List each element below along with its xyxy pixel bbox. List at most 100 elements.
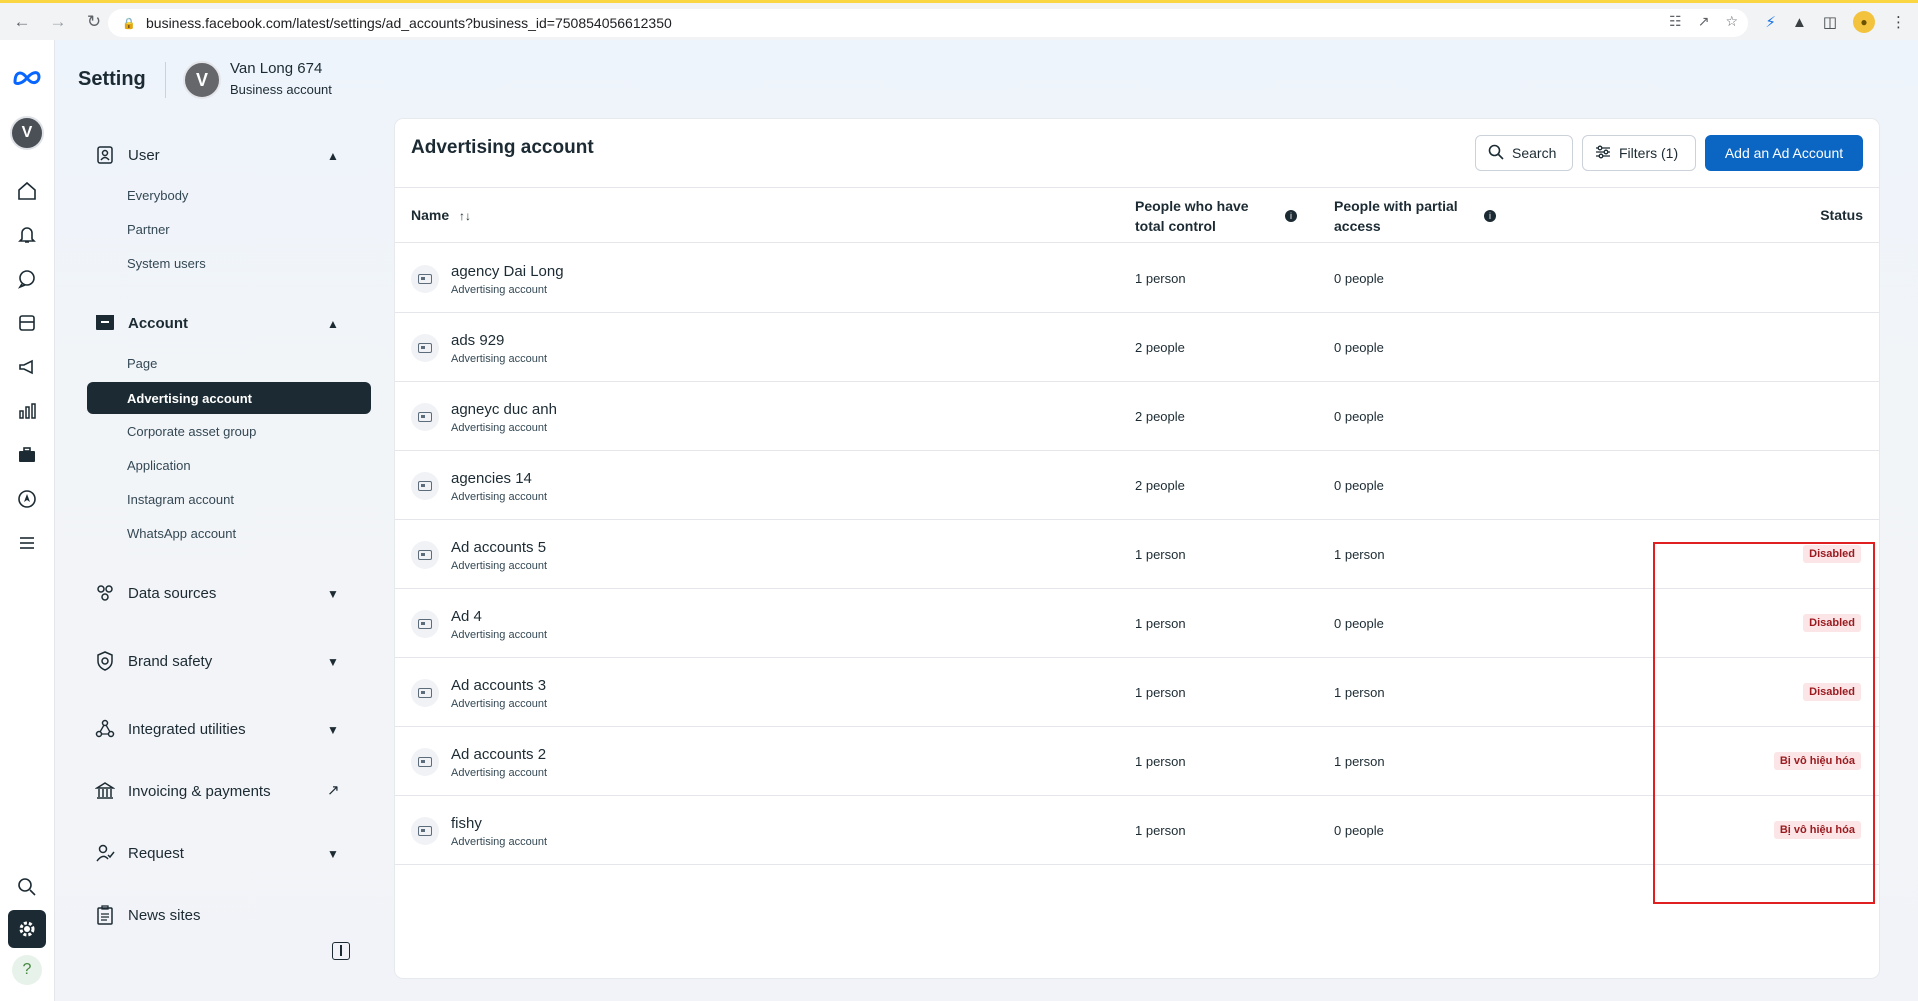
extension-icon[interactable]: ⚡ [1765,13,1776,31]
chat-icon[interactable] [12,264,42,294]
sidebar-section-label: Data sources [128,584,217,602]
bookmark-star-icon[interactable]: ☆ [1725,13,1738,30]
panel-title: Advertising account [411,137,594,158]
table-header: Name ↑↓ People who have total control i … [395,187,1879,243]
page-title: Setting [78,68,146,90]
total-control-count: 2 people [1135,409,1185,424]
sidebar-item-instagram-account[interactable]: Instagram account [127,492,234,507]
ad-account-type: Advertising account [451,560,547,572]
column-name-label: Name [411,207,450,223]
table-row[interactable]: agneyc duc anh Advertising account 2 peopl… [395,382,1879,451]
ad-account-name[interactable]: Ad 4 [451,608,482,625]
external-link-icon[interactable]: ↗ [327,781,340,799]
search-icon[interactable] [12,872,42,902]
sidebar-section-brand-safety[interactable]: Brand safety [94,650,212,672]
ad-account-name[interactable]: Ad accounts 2 [451,746,546,763]
sidebar-item-whatsapp-account[interactable]: WhatsApp account [127,526,236,541]
chevron-down-icon[interactable]: ▼ [327,587,339,601]
ad-account-type: Advertising account [451,491,547,503]
ad-account-icon [411,265,439,293]
settings-gear-icon[interactable] [8,910,46,948]
content-icon[interactable] [12,308,42,338]
sidebar-item-system-users[interactable]: System users [127,256,206,271]
puzzle-icon[interactable]: ▲ [1792,14,1807,31]
meta-logo-icon[interactable] [12,62,42,92]
chevron-up-icon[interactable]: ▲ [327,149,339,163]
bank-icon [94,780,116,802]
menu-icon[interactable] [12,528,42,558]
translate-icon[interactable]: ☷ [1669,13,1682,30]
sidebar-item-advertising-account[interactable]: Advertising account [87,382,371,414]
chevron-down-icon[interactable]: ▼ [327,847,339,861]
address-bar[interactable]: 🔒 business.facebook.com/latest/settings/… [108,9,1748,37]
sort-icon[interactable]: ↑↓ [459,209,471,223]
ad-account-name[interactable]: agency Dai Long [451,263,564,280]
ad-account-icon [411,334,439,362]
clipboard-icon [94,904,116,926]
sidebar-section-request[interactable]: Request [94,842,184,864]
sidebar-section-user[interactable]: User [94,144,160,166]
table-row[interactable]: ads 929 Advertising account 2 people 0 peop… [395,313,1879,382]
home-icon[interactable] [12,176,42,206]
collapse-sidebar-icon[interactable] [332,942,350,960]
business-name: Van Long 674 [230,60,323,77]
info-icon[interactable]: i [1484,210,1496,222]
sidebar-section-account[interactable]: Account [94,312,188,334]
chevron-down-icon[interactable]: ▼ [327,655,339,669]
ad-account-name[interactable]: Ad accounts 5 [451,539,546,556]
insights-chart-icon[interactable] [12,396,42,426]
sidebar-item-page[interactable]: Page [127,356,157,371]
ad-account-name[interactable]: agneyc duc anh [451,401,557,418]
megaphone-icon[interactable] [12,352,42,382]
business-avatar[interactable]: V [10,116,44,150]
sidebar-item-application[interactable]: Application [127,458,191,473]
ad-account-type: Advertising account [451,629,547,641]
sidebar-section-data-sources[interactable]: Data sources [94,582,216,604]
search-button[interactable]: Search [1475,135,1573,171]
sidebar-item-everybody[interactable]: Everybody [127,188,188,203]
request-icon [94,842,116,864]
help-icon[interactable]: ? [12,955,42,985]
briefcase-icon[interactable] [12,440,42,470]
add-ad-account-button[interactable]: Add an Ad Account [1705,135,1863,171]
sidebar-item-corporate-asset-group[interactable]: Corporate asset group [127,424,256,439]
compass-icon[interactable] [12,484,42,514]
ad-account-icon [411,679,439,707]
ad-account-name[interactable]: agencies 14 [451,470,532,487]
info-icon[interactable]: i [1285,210,1297,222]
ad-account-icon [411,403,439,431]
sliders-icon [1595,145,1611,162]
ad-account-name[interactable]: ads 929 [451,332,504,349]
ad-account-name[interactable]: Ad accounts 3 [451,677,546,694]
menu-kebab-icon[interactable]: ⋮ [1891,13,1906,31]
sidebar-item-partner[interactable]: Partner [127,222,170,237]
total-control-count: 1 person [1135,616,1186,631]
back-icon[interactable]: ← [8,8,36,36]
forward-icon[interactable]: → [44,8,72,36]
chevron-down-icon[interactable]: ▼ [327,723,339,737]
table-row[interactable]: agencies 14 Advertising account 2 people 0 … [395,451,1879,520]
url-text[interactable]: business.facebook.com/latest/settings/ad… [146,15,672,31]
sidebar-section-integrated-utilities[interactable]: Integrated utilities [94,718,246,740]
shield-icon [94,650,116,672]
table-row[interactable]: agency Dai Long Advertising account 1 pers… [395,244,1879,313]
ad-account-icon [411,817,439,845]
ad-account-name[interactable]: fishy [451,815,482,832]
column-header-name[interactable]: Name ↑↓ [411,205,471,226]
partial-access-count: 1 person [1334,685,1385,700]
partial-access-count: 0 people [1334,823,1384,838]
ad-account-type: Advertising account [451,767,547,779]
business-avatar-large[interactable]: V [183,61,221,99]
bell-icon[interactable] [12,220,42,250]
reload-icon[interactable]: ↻ [80,8,108,36]
profile-avatar-icon[interactable]: ● [1853,11,1875,33]
partial-access-count: 0 people [1334,271,1384,286]
filters-button[interactable]: Filters (1) [1582,135,1696,171]
partial-access-count: 0 people [1334,616,1384,631]
column-header-partial-access: People with partial access [1334,198,1458,234]
sidebar-section-invoicing-payments[interactable]: Invoicing & payments [94,780,271,802]
sidepanel-icon[interactable]: ◫ [1823,13,1837,31]
sidebar-section-news-sites[interactable]: News sites [94,904,201,926]
share-icon[interactable]: ↗ [1698,13,1710,30]
chevron-up-icon[interactable]: ▲ [327,317,339,331]
